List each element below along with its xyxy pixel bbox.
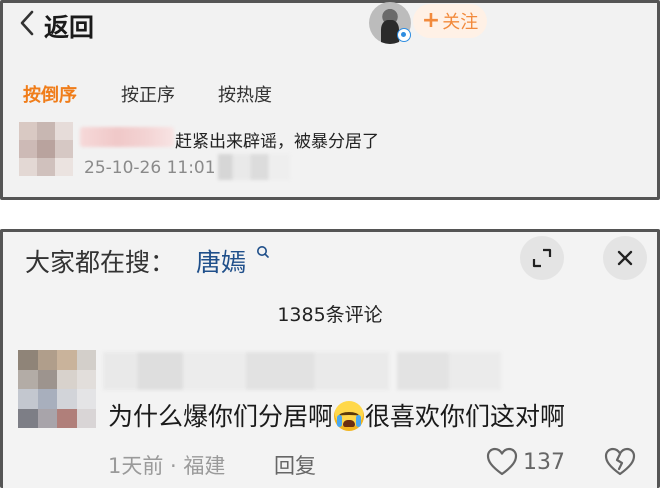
commenter-name-blurred xyxy=(80,127,174,147)
follow-button[interactable]: + 关注 xyxy=(413,4,487,38)
expand-icon xyxy=(532,248,552,268)
comment-text: 赶紧出来辟谣，被暴分居了 xyxy=(175,132,379,152)
comment-text-part1: 为什么爆你们分居啊 xyxy=(108,402,334,431)
commenter-badge-blurred xyxy=(397,352,501,390)
search-icon xyxy=(257,246,269,258)
tab-sort-forward[interactable]: 按正序 xyxy=(121,81,175,107)
comment-text: 为什么爆你们分居啊 很喜欢你们这对啊 xyxy=(108,397,565,433)
search-hint-label: 大家都在搜： xyxy=(25,248,176,277)
tab-sort-hot[interactable]: 按热度 xyxy=(218,81,272,107)
verified-badge-icon xyxy=(397,28,411,42)
dislike-broken-heart-icon[interactable] xyxy=(604,447,636,477)
comment-text-part2: 很喜欢你们这对啊 xyxy=(365,402,566,431)
tab-sort-reverse[interactable]: 按倒序 xyxy=(23,81,77,107)
expand-button[interactable] xyxy=(520,236,564,280)
reply-button[interactable]: 回复 xyxy=(274,450,316,480)
like-heart-icon[interactable] xyxy=(486,447,518,477)
back-button[interactable]: 返回 xyxy=(44,8,94,44)
commenter-avatar-blurred xyxy=(19,122,73,176)
crying-face-icon xyxy=(334,401,365,431)
follow-label: 关注 xyxy=(442,12,479,33)
comment-time-location: 1天前 · 福建 xyxy=(108,454,226,478)
commenter-name-blurred xyxy=(103,352,389,390)
close-icon xyxy=(617,250,633,266)
commenter-avatar-blurred[interactable] xyxy=(18,350,96,428)
search-hint-link[interactable]: 唐嫣 xyxy=(196,243,246,279)
like-count: 137 xyxy=(523,450,565,475)
back-chevron-icon[interactable] xyxy=(17,9,37,37)
comment-count: 1385条评论 xyxy=(277,304,383,326)
comment-meta-blurred xyxy=(218,154,290,180)
comment-timestamp: 25-10-26 11:01 xyxy=(84,158,216,178)
close-button[interactable] xyxy=(603,236,647,280)
plus-icon: + xyxy=(421,8,441,33)
